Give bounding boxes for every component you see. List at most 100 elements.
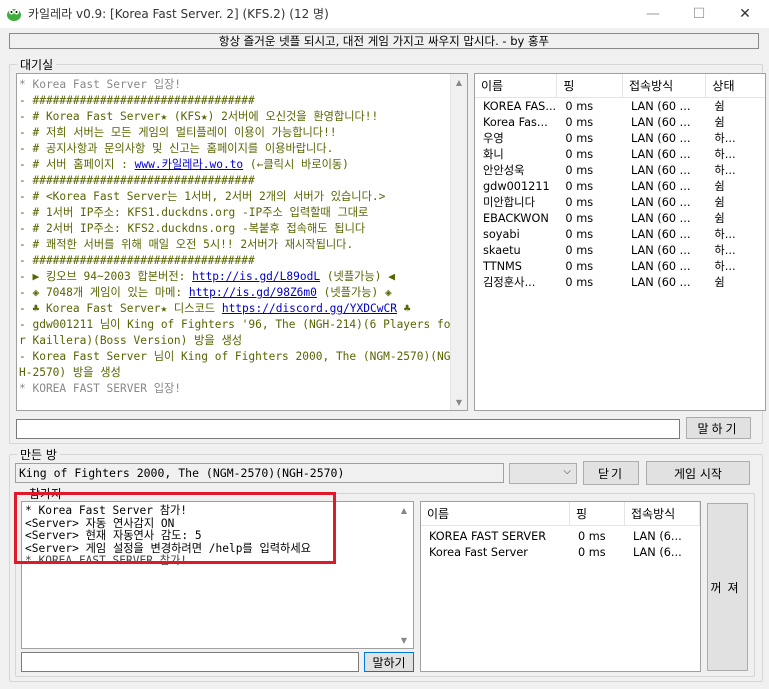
user-ping-cell: 0 ms xyxy=(565,132,594,145)
user-ping-cell: 0 ms xyxy=(565,276,594,289)
user-status-cell: 쉼 xyxy=(714,212,725,225)
user-row[interactable]: skaetu 0 ms LAN (60 ... 하... xyxy=(475,243,765,259)
chat-line: - ################################# xyxy=(19,93,451,109)
user-conn-cell: LAN (60 ... xyxy=(630,228,691,241)
user-name-cell: gdw001211 xyxy=(483,180,550,193)
highlight-box xyxy=(14,492,336,564)
chat-line: - ♣ Korea Fast Server★ 디스코드 https://disc… xyxy=(19,301,451,317)
user-rows: KOREA FAS... 0 ms LAN (60 ... 쉼 Korea Fas...… xyxy=(475,99,765,291)
server-notice: 항상 즐거운 넷플 되시고, 대전 게임 가지고 싸우지 맙시다. - by 홍… xyxy=(9,33,759,49)
user-row[interactable]: KOREA FAS... 0 ms LAN (60 ... 쉼 xyxy=(475,99,765,115)
chat-line: - ◈ 7048개 게임이 있는 마메: http://is.gd/98Z6m0… xyxy=(19,285,451,301)
column-ping[interactable]: 핑 xyxy=(557,74,623,98)
column-status[interactable]: 상태 xyxy=(706,74,765,98)
user-row[interactable]: 김정훈사... 0 ms LAN (60 ... 쉼 xyxy=(475,275,765,291)
chat-link[interactable]: http://is.gd/L89odL xyxy=(192,270,320,283)
chat-link[interactable]: https://discord.gg/YXDCwCR xyxy=(222,302,397,315)
room-game-name: King of Fighters 2000, The (NGM-2570)(NG… xyxy=(15,463,504,483)
lobby-chat-input[interactable] xyxy=(16,419,680,439)
chat-line: - # 2서버 IP주소: KFS2.duckdns.org -복붙후 접속해도… xyxy=(19,221,451,237)
room-talk-button[interactable]: 말하기 xyxy=(364,652,414,672)
user-conn-cell: LAN (60 ... xyxy=(630,196,691,209)
chat-line: - gdw001211 님이 King of Fighters '96, The… xyxy=(19,317,451,349)
member-column-name[interactable]: 이름 xyxy=(421,502,570,526)
chat-line-text: - # Korea Fast Server★ (KFS★) 2서버에 오신것을 … xyxy=(19,110,379,123)
room-chat-input[interactable] xyxy=(21,652,359,672)
lobby-chat-scrollbar[interactable]: ▲ ▼ xyxy=(450,74,467,410)
chat-link[interactable]: www.카일레라.wo.to xyxy=(135,158,244,171)
user-row[interactable]: 우영 0 ms LAN (60 ... 하... xyxy=(475,131,765,147)
scroll-up-icon[interactable]: ▲ xyxy=(396,502,412,518)
user-row[interactable]: gdw001211 0 ms LAN (60 ... 쉼 xyxy=(475,179,765,195)
chat-line-text: * Korea Fast Server 입장! xyxy=(19,78,182,91)
chat-line-text: - ▶ 킹오브 94~2003 합본버전: xyxy=(19,270,193,283)
member-row[interactable]: Korea Fast Server 0 ms LAN (6... xyxy=(421,545,700,561)
scroll-up-icon[interactable]: ▲ xyxy=(451,74,467,90)
member-column-ping[interactable]: 핑 xyxy=(570,502,625,526)
user-conn-cell: LAN (60 ... xyxy=(630,116,691,129)
chat-line: - # Korea Fast Server★ (KFS★) 2서버에 오신것을 … xyxy=(19,109,451,125)
member-name-cell: KOREA FAST SERVER xyxy=(429,530,547,543)
scroll-down-icon[interactable]: ▼ xyxy=(451,394,467,410)
room-member-list[interactable]: 이름 핑 접속방식 KOREA FAST SERVER 0 ms LAN (6...… xyxy=(420,501,701,672)
user-ping-cell: 0 ms xyxy=(565,244,594,257)
start-game-button[interactable]: 게임 시작 xyxy=(646,461,750,485)
minimize-button[interactable]: — xyxy=(630,0,676,28)
user-status-cell: 하... xyxy=(714,148,736,161)
scroll-down-icon[interactable]: ▼ xyxy=(396,632,412,648)
user-row[interactable]: soyabi 0 ms LAN (60 ... 하... xyxy=(475,227,765,243)
user-conn-cell: LAN (60 ... xyxy=(630,180,691,193)
member-ping-cell: 0 ms xyxy=(578,546,606,559)
user-status-cell: 쉼 xyxy=(714,180,725,193)
chat-line-text: - # 2서버 IP주소: KFS2.duckdns.org -복붙후 접속해도… xyxy=(19,222,366,235)
user-name-cell: KOREA FAS... xyxy=(483,100,557,113)
user-row[interactable]: 안안성욱 0 ms LAN (60 ... 하... xyxy=(475,163,765,179)
user-row[interactable]: 화니 0 ms LAN (60 ... 하... xyxy=(475,147,765,163)
chat-line-text: - ♣ Korea Fast Server★ 디스코드 xyxy=(19,302,222,315)
user-name-cell: EBACKWON xyxy=(483,212,549,225)
chat-line: - # 쾌적한 서버를 위해 매일 오전 5시!! 2서버가 재시작됩니다. xyxy=(19,237,451,253)
chat-line: - # 저희 서버는 모든 게임의 멀티플레이 이용이 가능합니다!! xyxy=(19,125,451,141)
user-row[interactable]: TTNMS 0 ms LAN (60 ... 하... xyxy=(475,259,765,275)
column-name[interactable]: 이름 xyxy=(475,74,558,98)
member-rows: KOREA FAST SERVER 0 ms LAN (6... Korea Fast… xyxy=(421,529,700,561)
user-row[interactable]: Korea Fas... 0 ms LAN (60 ... 쉼 xyxy=(475,115,765,131)
column-connection[interactable]: 접속방식 xyxy=(623,74,707,98)
user-status-cell: 하... xyxy=(714,244,736,257)
member-row[interactable]: KOREA FAST SERVER 0 ms LAN (6... xyxy=(421,529,700,545)
user-name-cell: soyabi xyxy=(483,228,520,241)
user-row[interactable]: EBACKWON 0 ms LAN (60 ... 쉼 xyxy=(475,211,765,227)
chat-line-text: - ################################# xyxy=(19,254,255,267)
member-column-connection[interactable]: 접속방식 xyxy=(625,502,700,526)
user-status-cell: 하... xyxy=(714,228,736,241)
chat-line-suffix: (←클릭시 바로이동) xyxy=(243,158,349,171)
title-bar: 카일레라 v0.9: [Korea Fast Server. 2] (KFS.2… xyxy=(0,0,769,28)
lobby-label: 대기실 xyxy=(17,56,57,73)
close-window-button[interactable]: ✕ xyxy=(722,0,768,28)
chat-line: - # 1서버 IP주소: KFS1.duckdns.org -IP주소 입력할… xyxy=(19,205,451,221)
chat-line-text: - # 공지사항과 문의사항 및 신고는 홈페이지를 이용바랍니다. xyxy=(19,142,334,155)
user-conn-cell: LAN (60 ... xyxy=(630,148,691,161)
room-option-select[interactable]: ⌵ xyxy=(509,463,577,484)
lobby-talk-button[interactable]: 말하기 xyxy=(686,417,751,439)
room-chat-scrollbar[interactable]: ▲ ▼ xyxy=(396,502,413,648)
user-conn-cell: LAN (60 ... xyxy=(630,276,691,289)
chat-line-suffix: (넷플가능) ◈ xyxy=(316,286,392,299)
user-name-cell: 화니 xyxy=(483,148,504,161)
user-row[interactable]: 미안합니다 0 ms LAN (60 ... 쉼 xyxy=(475,195,765,211)
user-list-header: 이름 핑 접속방식 상태 xyxy=(475,74,765,98)
user-ping-cell: 0 ms xyxy=(565,164,594,177)
chat-line: - ################################# xyxy=(19,173,451,189)
user-list[interactable]: 이름 핑 접속방식 상태 KOREA FAS... 0 ms LAN (60 ...… xyxy=(474,73,766,411)
member-conn-cell: LAN (6... xyxy=(633,530,682,543)
chat-link[interactable]: http://is.gd/98Z6m0 xyxy=(189,286,317,299)
chevron-down-icon: ⌵ xyxy=(563,466,571,477)
user-ping-cell: 0 ms xyxy=(565,116,594,129)
lobby-chat-log[interactable]: * Korea Fast Server 입장! - ###############… xyxy=(16,73,468,411)
user-conn-cell: LAN (60 ... xyxy=(630,100,691,113)
kick-button[interactable]: 꺼져 xyxy=(707,503,748,671)
user-conn-cell: LAN (60 ... xyxy=(630,244,691,257)
user-name-cell: 우영 xyxy=(483,132,504,145)
close-room-button[interactable]: 닫기 xyxy=(583,461,639,485)
maximize-button[interactable]: ☐ xyxy=(676,0,722,28)
